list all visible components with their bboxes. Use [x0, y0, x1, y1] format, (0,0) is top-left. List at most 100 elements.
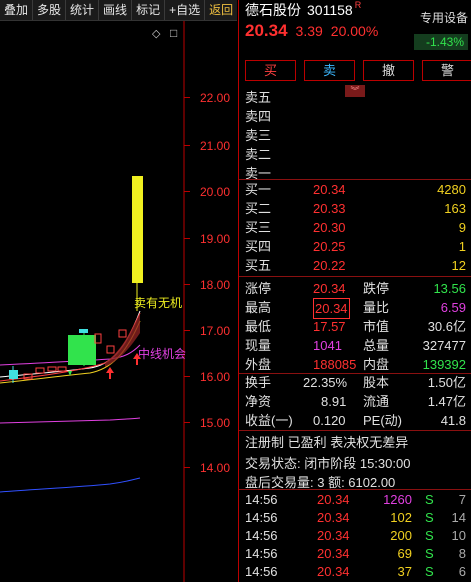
divider — [239, 276, 471, 277]
price-label: 18.00 — [200, 278, 230, 292]
candle — [35, 367, 45, 374]
candle — [68, 335, 96, 365]
fin-value: 8.91 — [321, 394, 347, 409]
tick-row: 14:56 20.34 102 S 14 — [245, 510, 466, 525]
quote-panel: 德石股份 301158 R 专用设备 20.34 3.39 20.00% -1.… — [238, 0, 471, 582]
price-label: 17.00 — [200, 324, 230, 338]
fin-label: PE(动) — [363, 413, 403, 428]
stat-value: 17.57 — [313, 319, 346, 334]
stat-value: 20.34 — [313, 298, 350, 319]
multi-stock-button[interactable]: 多股 — [33, 0, 67, 20]
back-button[interactable]: 返回 — [205, 0, 237, 20]
stat-value: 1041 — [313, 338, 342, 353]
fin-value: 41.8 — [440, 413, 466, 428]
alert-button[interactable]: 警 — [422, 60, 471, 81]
price-label: 19.00 — [200, 232, 230, 246]
annotation-top: 卖有无机 — [134, 296, 182, 310]
stats-row: 最低 17.57 市值 30.6亿 — [239, 317, 471, 336]
price-label: 20.00 — [200, 185, 230, 199]
trade-buttons: 买 卖 撤 警 — [245, 60, 471, 81]
stat-label: 内盘 — [363, 357, 390, 372]
candle — [106, 345, 115, 354]
bid-table: 买一 20.34 4280 买二 20.33 163 买三 20.30 9 买四 20.25 1… — [239, 180, 471, 275]
ma-line-long — [0, 417, 141, 424]
tick-list[interactable]: 14:56 20.34 1260 S 7 14:56 20.34 102 S 14 14:56 2… — [239, 491, 471, 581]
buy-button[interactable]: 买 — [245, 60, 296, 81]
bid-row[interactable]: 买三 20.30 9 — [239, 218, 471, 237]
stat-value: 6.59 — [440, 300, 466, 315]
kline-chart[interactable]: ◇ □ 22.00 21.00 20.00 19.00 18.00 17.00 … — [0, 21, 237, 582]
stock-tags: 注册制 已盈利 表决权无差异 — [245, 435, 409, 450]
ask-row: 卖二 — [245, 147, 272, 162]
statistics-button[interactable]: 统计 — [66, 0, 100, 20]
square-icon[interactable]: □ — [170, 26, 177, 40]
price-change: 3.39 — [295, 23, 323, 39]
toolbar: 叠加 多股 统计 画线 标记 +自选 返回 — [0, 0, 237, 21]
stock-name[interactable]: 德石股份 — [245, 0, 301, 20]
fin-value: 1.47亿 — [427, 394, 466, 409]
tick-row: 14:56 20.34 1260 S 7 — [245, 492, 466, 507]
candle — [47, 366, 57, 372]
price-labels: 22.00 21.00 20.00 19.00 18.00 17.00 16.0… — [200, 91, 230, 475]
tick-row: 14:56 20.34 69 S 8 — [245, 546, 466, 561]
candle — [132, 176, 143, 283]
ma-line-blue — [0, 477, 141, 493]
fin-row: 换手 22.35% 股本 1.50亿 — [239, 373, 471, 392]
stat-value: 139392 — [422, 357, 466, 372]
price-label: 15.00 — [200, 416, 230, 430]
candle — [57, 366, 67, 372]
bid-row[interactable]: 买四 20.25 1 — [239, 237, 471, 256]
fin-value: 22.35% — [303, 375, 348, 390]
stock-flag: R — [354, 0, 362, 10]
fin-label: 净资 — [245, 394, 272, 409]
candle — [9, 370, 18, 379]
stats-row: 涨停 20.34 跌停 13.56 — [239, 279, 471, 298]
bid-row[interactable]: 买一 20.34 4280 — [239, 180, 471, 199]
bid-row[interactable]: 买五 20.22 12 — [239, 256, 471, 275]
sell-button[interactable]: 卖 — [304, 60, 355, 81]
stat-label: 量比 — [363, 300, 390, 315]
ask-row: 卖三 — [245, 128, 272, 143]
stat-value: 188085 — [313, 357, 357, 372]
stat-label: 总量 — [363, 338, 390, 353]
sector-label[interactable]: 专用设备 — [420, 9, 468, 26]
stats-row: 现量 1041 总量 327477 — [239, 336, 471, 355]
cancel-button[interactable]: 撤 — [363, 60, 414, 81]
candle — [118, 329, 127, 338]
add-watchlist-button[interactable]: +自选 — [165, 0, 206, 20]
mark-button[interactable]: 标记 — [132, 0, 166, 20]
overlay-button[interactable]: 叠加 — [0, 0, 34, 20]
stat-label: 跌停 — [363, 281, 390, 296]
candle — [79, 329, 88, 333]
draw-line-button[interactable]: 画线 — [99, 0, 133, 20]
current-price: 20.34 — [245, 21, 288, 40]
price-label: 14.00 — [200, 461, 230, 475]
signal-arrows — [106, 353, 141, 379]
fin-label: 股本 — [363, 375, 390, 390]
stats-row: 最高 20.34 量比 6.59 — [239, 298, 471, 319]
tick-row: 14:56 20.34 200 S 10 — [245, 528, 466, 543]
diamond-icon[interactable]: ◇ — [152, 28, 161, 40]
stat-label: 最低 — [245, 319, 272, 334]
collapse-icon[interactable]: ︾ — [345, 85, 365, 97]
sector-change: -1.43% — [414, 34, 468, 50]
stat-value: 30.6亿 — [427, 319, 466, 334]
divider — [239, 489, 471, 490]
stat-label: 外盘 — [245, 357, 272, 372]
price-label: 22.00 — [200, 91, 230, 105]
stock-code: 301158 — [307, 2, 353, 18]
trade-status: 交易状态: 闭市阶段 15:30:00 — [245, 456, 411, 471]
axis-ticks — [184, 97, 190, 468]
kline-svg: ◇ □ 22.00 21.00 20.00 19.00 18.00 17.00 … — [0, 21, 230, 582]
bid-row[interactable]: 买二 20.33 163 — [239, 199, 471, 218]
up-arrow-icon — [106, 367, 114, 379]
ask-row: 卖四 — [245, 109, 272, 124]
annotation-mid: 中线机会 — [138, 346, 186, 361]
ask-list: 卖五 卖四 卖三 卖二 卖一 — [245, 88, 271, 183]
stat-label: 现量 — [245, 338, 272, 353]
stat-label: 涨停 — [245, 281, 272, 296]
fin-label: 换手 — [245, 375, 272, 390]
tick-row: 14:56 20.34 37 S 6 — [245, 564, 466, 579]
stat-label: 最高 — [245, 300, 272, 315]
price-label: 16.00 — [200, 370, 230, 384]
